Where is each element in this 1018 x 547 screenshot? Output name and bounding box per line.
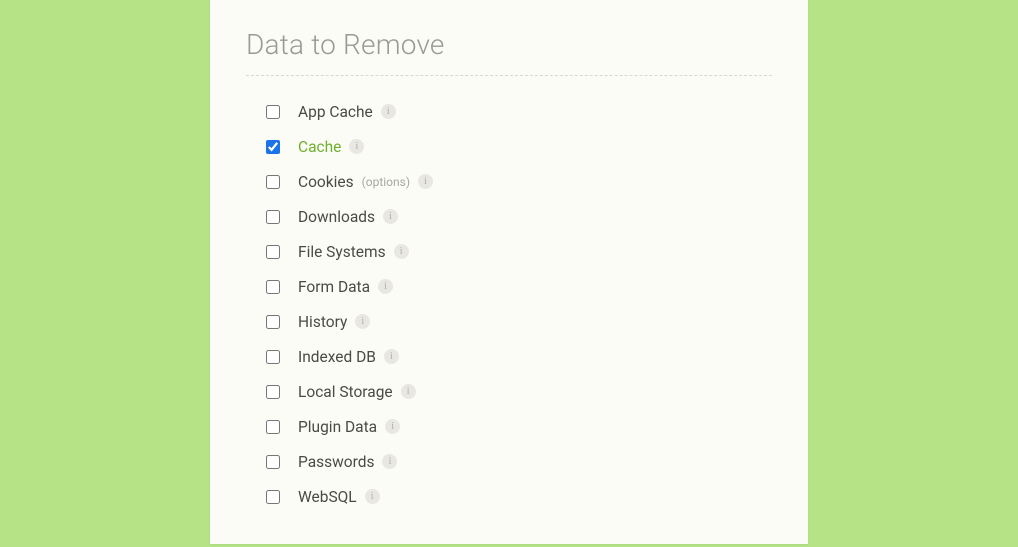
label-cookies[interactable]: Cookies xyxy=(298,173,354,191)
data-to-remove-panel: Data to Remove App CacheiCacheiCookies(o… xyxy=(210,0,808,544)
checkbox-app-cache[interactable] xyxy=(266,105,280,119)
checkbox-file-systems[interactable] xyxy=(266,245,280,259)
label-local-storage[interactable]: Local Storage xyxy=(298,383,393,401)
option-list: App CacheiCacheiCookies(options)iDownloa… xyxy=(246,94,772,514)
label-plugin-data[interactable]: Plugin Data xyxy=(298,418,377,436)
option-row-app-cache: App Cache i xyxy=(266,94,772,129)
info-icon[interactable]: i xyxy=(385,419,400,434)
info-icon[interactable]: i xyxy=(382,454,397,469)
info-icon[interactable]: i xyxy=(381,104,396,119)
option-row-plugin-data: Plugin Data i xyxy=(266,409,772,444)
checkbox-form-data[interactable] xyxy=(266,280,280,294)
label-websql[interactable]: WebSQL xyxy=(298,488,357,506)
label-downloads[interactable]: Downloads xyxy=(298,208,375,226)
options-link-cookies[interactable]: (options) xyxy=(362,175,410,189)
option-row-file-systems: File Systems i xyxy=(266,234,772,269)
checkbox-plugin-data[interactable] xyxy=(266,420,280,434)
info-icon[interactable]: i xyxy=(383,209,398,224)
option-row-cache: Cachei xyxy=(266,129,772,164)
checkbox-cookies[interactable] xyxy=(266,175,280,189)
checkbox-downloads[interactable] xyxy=(266,210,280,224)
option-row-cookies: Cookies (options) i xyxy=(266,164,772,199)
option-row-downloads: Downloads i xyxy=(266,199,772,234)
checkbox-history[interactable] xyxy=(266,315,280,329)
option-row-indexed-db: Indexed DB i xyxy=(266,339,772,374)
label-history[interactable]: History xyxy=(298,313,347,331)
label-form-data[interactable]: Form Data xyxy=(298,278,370,296)
info-icon[interactable]: i xyxy=(418,174,433,189)
panel-title: Data to Remove xyxy=(246,28,772,61)
checkbox-websql[interactable] xyxy=(266,490,280,504)
option-row-local-storage: Local Storage i xyxy=(266,374,772,409)
checkbox-passwords[interactable] xyxy=(266,455,280,469)
checkbox-cache[interactable] xyxy=(266,140,280,154)
info-icon[interactable]: i xyxy=(394,244,409,259)
checkbox-indexed-db[interactable] xyxy=(266,350,280,364)
info-icon[interactable]: i xyxy=(384,349,399,364)
option-row-passwords: Passwords i xyxy=(266,444,772,479)
label-app-cache[interactable]: App Cache xyxy=(298,103,373,121)
checkbox-local-storage[interactable] xyxy=(266,385,280,399)
info-icon[interactable]: i xyxy=(349,139,364,154)
label-passwords[interactable]: Passwords xyxy=(298,453,374,471)
option-row-history: History i xyxy=(266,304,772,339)
option-row-websql: WebSQL i xyxy=(266,479,772,514)
label-file-systems[interactable]: File Systems xyxy=(298,243,386,261)
label-indexed-db[interactable]: Indexed DB xyxy=(298,348,376,366)
info-icon[interactable]: i xyxy=(378,279,393,294)
info-icon[interactable]: i xyxy=(365,489,380,504)
info-icon[interactable]: i xyxy=(401,384,416,399)
info-icon[interactable]: i xyxy=(355,314,370,329)
divider xyxy=(246,75,772,76)
option-row-form-data: Form Data i xyxy=(266,269,772,304)
label-cache[interactable]: Cache xyxy=(298,138,341,156)
